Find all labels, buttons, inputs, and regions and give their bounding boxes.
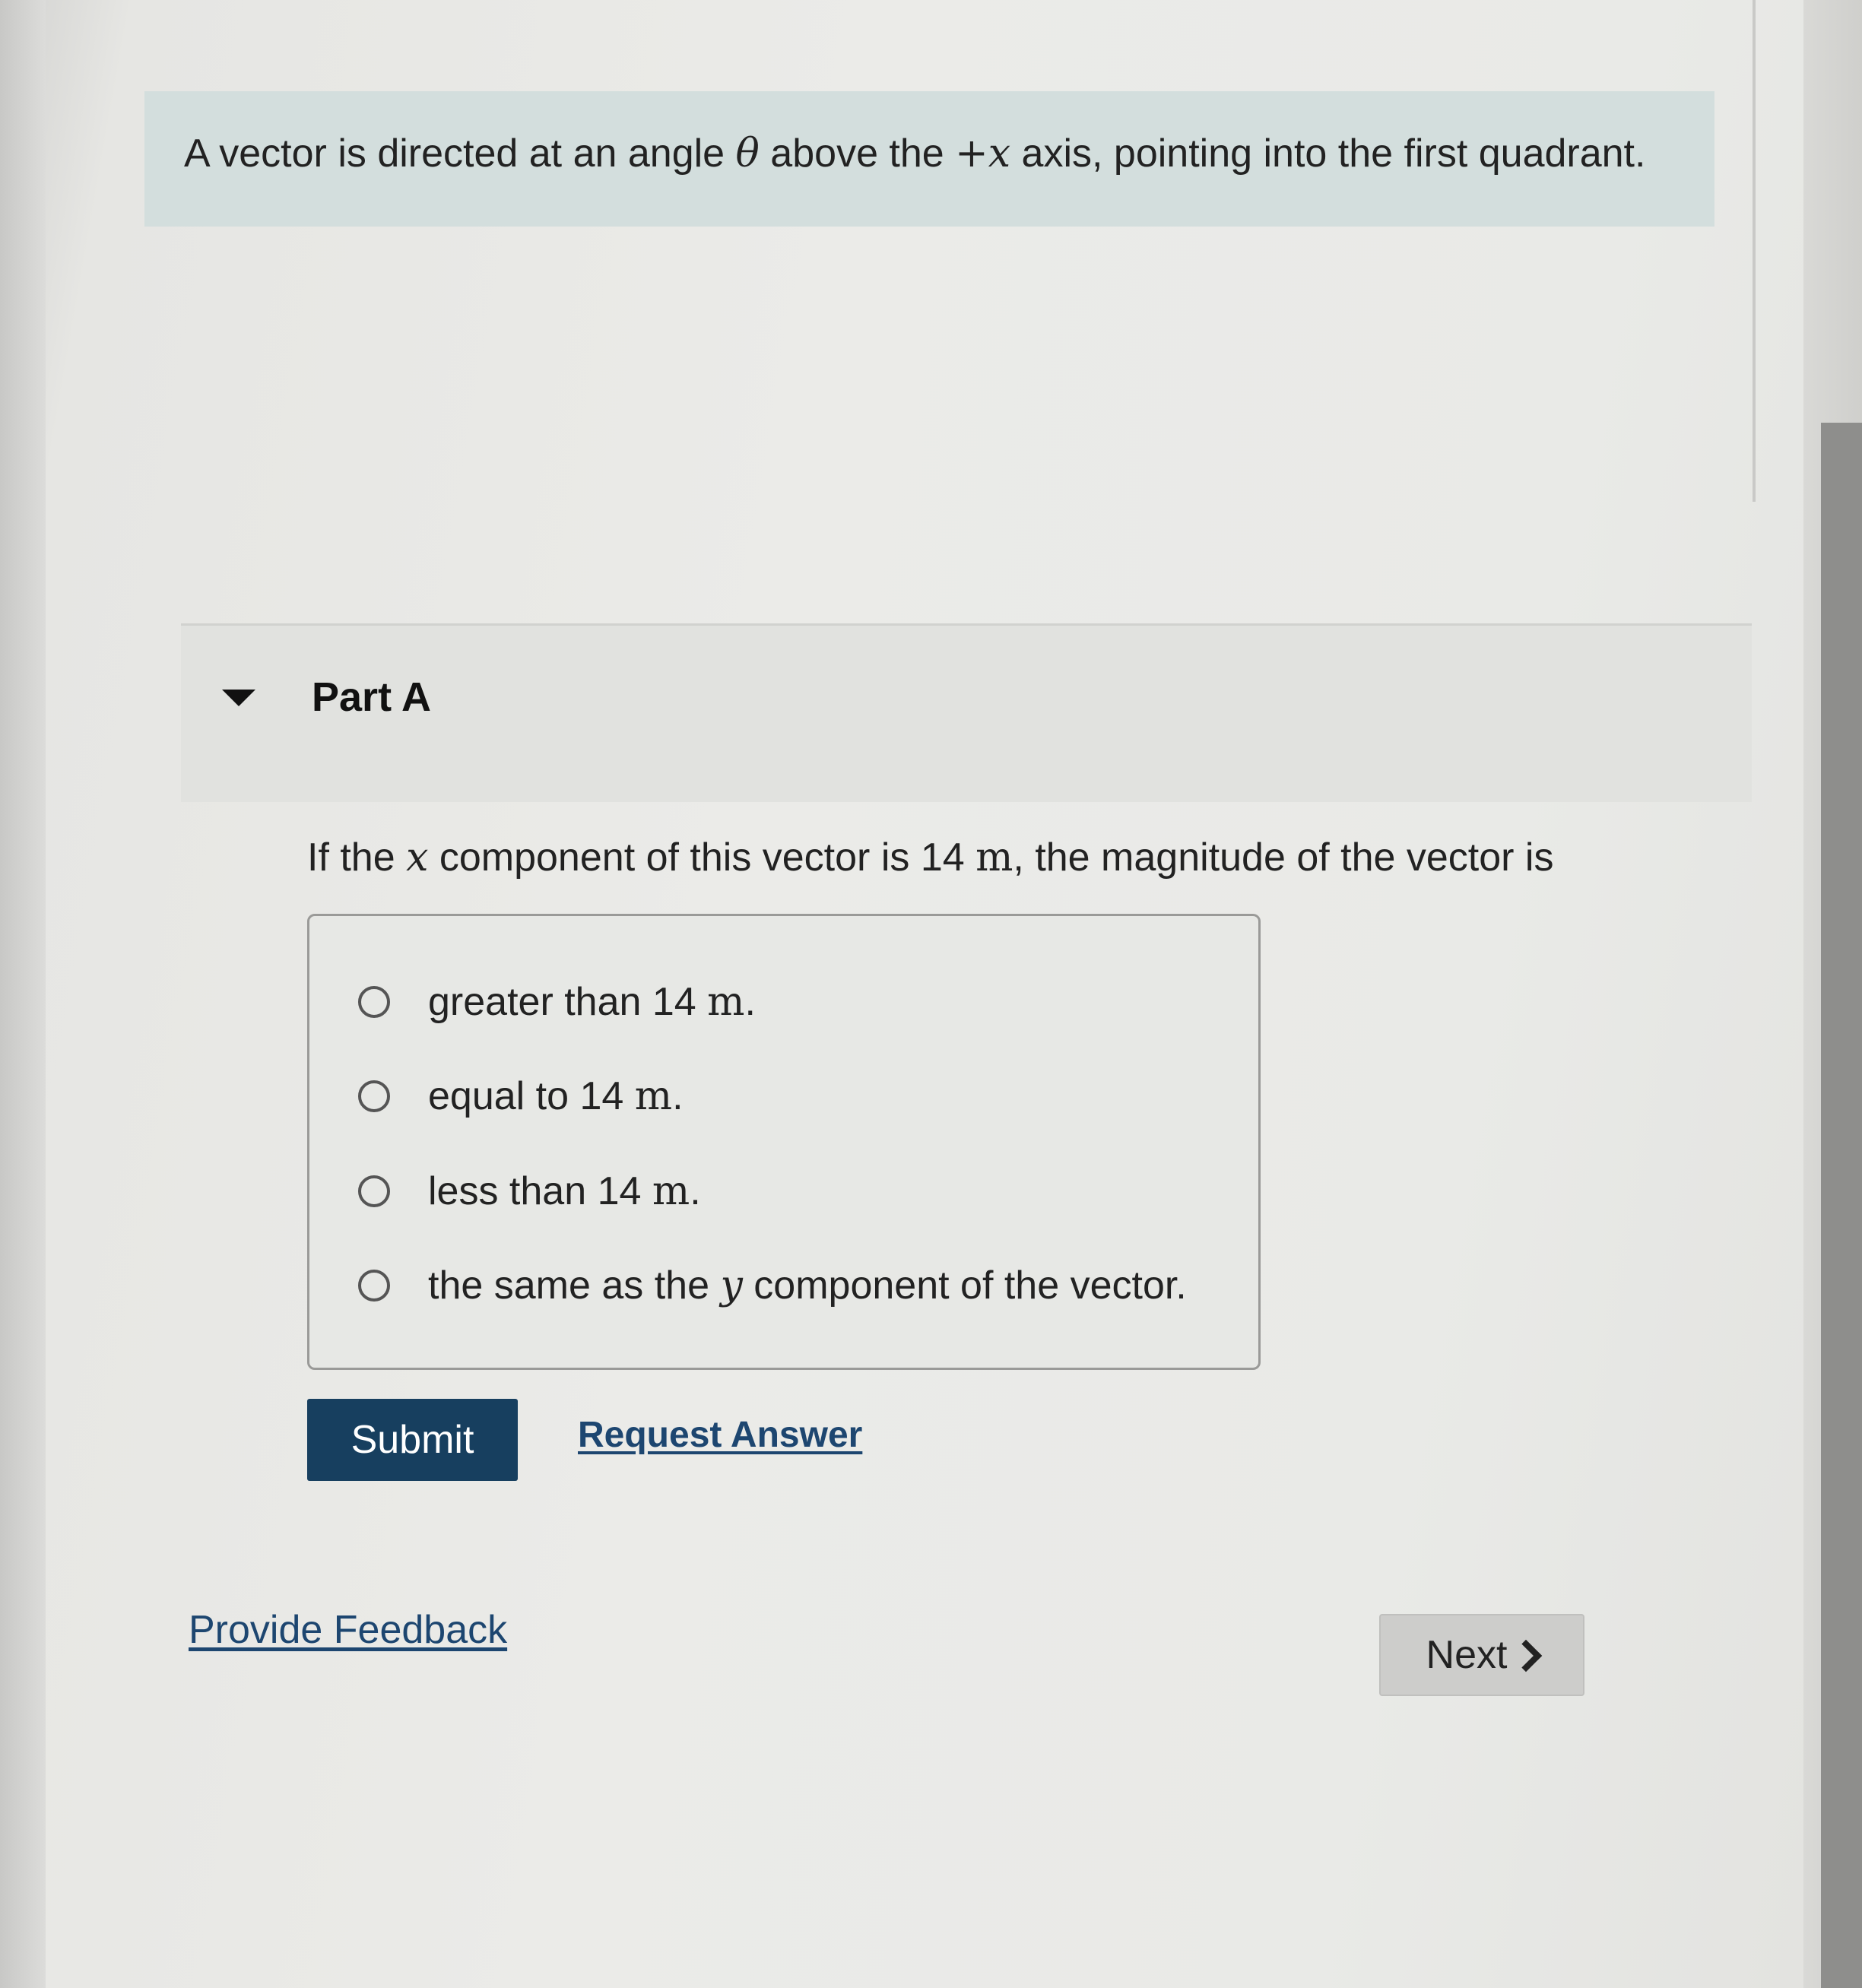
- radio-button-icon[interactable]: [358, 1175, 390, 1207]
- option-label-text: the same as the: [428, 1264, 721, 1308]
- intro-text-start: A vector is directed at an angle: [184, 132, 736, 176]
- answer-options: greater than 14 m. equal to 14 m. less t…: [307, 914, 1261, 1370]
- option-unit: m: [652, 1168, 690, 1214]
- question-text: If the x component of this vector is 14 …: [307, 835, 1554, 880]
- x-symbol: x: [406, 835, 429, 880]
- question-start: If the: [307, 835, 407, 880]
- intro-text-middle: above the: [759, 132, 956, 176]
- next-button[interactable]: Next: [1379, 1614, 1584, 1696]
- question-unit: m: [975, 835, 1013, 880]
- chevron-right-icon: [1510, 1639, 1543, 1673]
- axis-symbol: +x: [955, 131, 1011, 176]
- option-unit: m: [634, 1073, 673, 1119]
- submit-button[interactable]: Submit: [307, 1399, 518, 1481]
- collapse-caret-icon[interactable]: [222, 690, 255, 706]
- content-divider: [1753, 0, 1756, 502]
- option-greater-than[interactable]: greater than 14 m.: [358, 979, 756, 1025]
- option-label-text: less than 14: [428, 1169, 652, 1213]
- option-label-end: .: [672, 1074, 684, 1118]
- option-label: greater than 14 m.: [428, 979, 756, 1025]
- left-page-edge: [0, 0, 46, 1988]
- option-equal-to[interactable]: equal to 14 m.: [358, 1073, 684, 1119]
- request-answer-link[interactable]: Request Answer: [578, 1414, 862, 1456]
- radio-button-icon[interactable]: [358, 986, 390, 1018]
- part-title: Part A: [312, 674, 432, 720]
- option-label-text: greater than 14: [428, 980, 708, 1024]
- option-unit: m: [707, 979, 745, 1025]
- option-same-as-y[interactable]: the same as the y component of the vecto…: [358, 1263, 1187, 1308]
- option-label-text: equal to 14: [428, 1074, 635, 1118]
- option-label: less than 14 m.: [428, 1168, 701, 1214]
- option-label-end: component of the vector.: [742, 1264, 1187, 1308]
- question-end: , the magnitude of the vector is: [1013, 835, 1554, 880]
- y-symbol: y: [720, 1263, 743, 1308]
- option-label-end: .: [690, 1169, 701, 1213]
- radio-button-icon[interactable]: [358, 1080, 390, 1112]
- radio-button-icon[interactable]: [358, 1270, 390, 1302]
- question-middle: component of this vector is 14: [428, 835, 976, 880]
- option-label: equal to 14 m.: [428, 1073, 684, 1119]
- intro-text-end: axis, pointing into the first quadrant.: [1010, 132, 1646, 176]
- next-label: Next: [1426, 1633, 1508, 1677]
- provide-feedback-link[interactable]: Provide Feedback: [189, 1607, 507, 1653]
- problem-intro: A vector is directed at an angle θ above…: [144, 91, 1714, 227]
- option-label-end: .: [744, 980, 756, 1024]
- option-less-than[interactable]: less than 14 m.: [358, 1168, 701, 1214]
- option-label: the same as the y component of the vecto…: [428, 1263, 1187, 1308]
- scrollbar-thumb[interactable]: [1821, 423, 1862, 1988]
- theta-symbol: θ: [735, 131, 760, 176]
